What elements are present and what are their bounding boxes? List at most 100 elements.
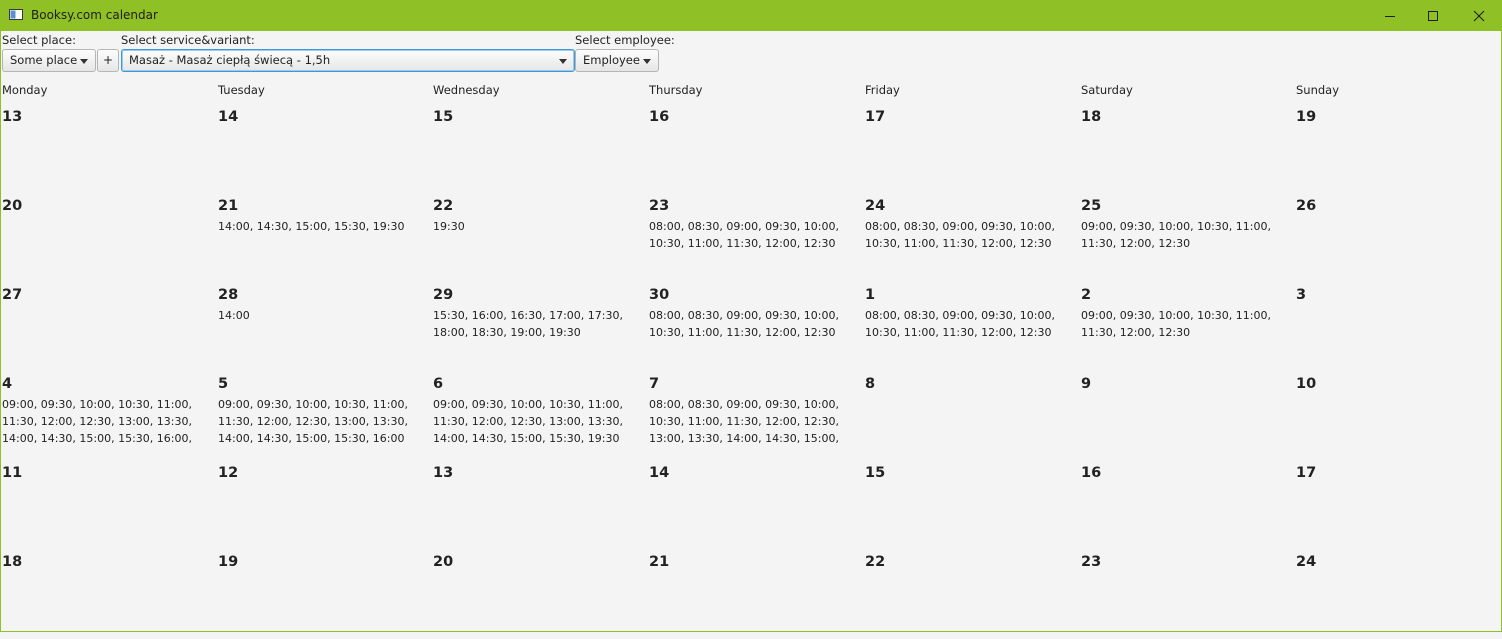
day-cell[interactable]: 19 <box>218 550 433 639</box>
day-number: 12 <box>218 465 239 481</box>
add-place-button[interactable]: + <box>97 49 119 72</box>
day-cell[interactable]: 28 14:00 <box>218 283 433 372</box>
weekday-header: Saturday <box>1081 83 1133 97</box>
chevron-down-icon <box>80 59 88 64</box>
available-slots: 19:30 <box>433 220 465 233</box>
employee-label: Select employee: <box>575 33 675 47</box>
day-cell[interactable]: 24 08:00, 08:30, 09:00, 09:30, 10:00, 10:… <box>865 194 1081 283</box>
day-cell[interactable]: 23 <box>1081 550 1296 639</box>
weekday-header: Wednesday <box>433 83 500 97</box>
day-number: 18 <box>2 554 23 570</box>
day-number: 1 <box>865 287 876 303</box>
day-cell[interactable]: 29 15:30, 16:00, 16:30, 17:00, 17:30, 18:… <box>433 283 649 372</box>
day-cell[interactable]: 23 08:00, 08:30, 09:00, 09:30, 10:00, 10:… <box>649 194 865 283</box>
day-cell[interactable]: 20 <box>2 194 218 283</box>
day-number: 30 <box>649 287 670 303</box>
available-slots: 09:00, 09:30, 10:00, 10:30, 11:00, 11:30… <box>1081 220 1271 250</box>
day-cell[interactable]: 17 <box>1296 461 1502 550</box>
app-window: Booksy.com calendar Select place: Some p… <box>0 0 1502 632</box>
day-number: 21 <box>218 198 239 214</box>
day-cell[interactable]: 25 09:00, 09:30, 10:00, 10:30, 11:00, 11:… <box>1081 194 1296 283</box>
title-bar[interactable]: Booksy.com calendar <box>1 0 1502 31</box>
day-number: 4 <box>2 376 13 392</box>
day-cell[interactable]: 7 08:00, 08:30, 09:00, 09:30, 10:00, 10:3… <box>649 372 865 461</box>
day-number: 23 <box>1081 554 1102 570</box>
day-number: 14 <box>218 109 239 125</box>
available-slots: 14:00, 14:30, 15:00, 15:30, 19:30 <box>218 220 405 233</box>
close-button[interactable] <box>1456 0 1502 31</box>
day-number: 14 <box>649 465 670 481</box>
chevron-down-icon <box>643 59 651 64</box>
available-slots: 08:00, 08:30, 09:00, 09:30, 10:00, 10:30… <box>649 220 839 250</box>
day-cell[interactable]: 19 <box>1296 105 1502 194</box>
day-number: 29 <box>433 287 454 303</box>
day-cell[interactable]: 24 <box>1296 550 1502 639</box>
day-cell[interactable]: 20 <box>433 550 649 639</box>
day-number: 24 <box>1296 554 1317 570</box>
day-number: 8 <box>865 376 876 392</box>
day-number: 24 <box>865 198 886 214</box>
window-title: Booksy.com calendar <box>31 8 158 22</box>
day-cell[interactable]: 9 <box>1081 372 1296 461</box>
day-number: 26 <box>1296 198 1317 214</box>
day-number: 20 <box>2 198 23 214</box>
day-cell[interactable]: 30 08:00, 08:30, 09:00, 09:30, 10:00, 10:… <box>649 283 865 372</box>
place-value: Some place <box>10 53 78 67</box>
day-number: 5 <box>218 376 229 392</box>
day-cell[interactable]: 14 <box>218 105 433 194</box>
day-cell[interactable]: 3 <box>1296 283 1502 372</box>
day-number: 19 <box>1296 109 1317 125</box>
day-number: 28 <box>218 287 239 303</box>
day-cell[interactable]: 15 <box>433 105 649 194</box>
day-cell[interactable]: 27 <box>2 283 218 372</box>
day-number: 6 <box>433 376 444 392</box>
day-number: 15 <box>433 109 454 125</box>
day-cell[interactable]: 22 19:30 <box>433 194 649 283</box>
minimize-icon <box>1385 15 1395 17</box>
employee-combo[interactable]: Employee <box>575 49 659 72</box>
day-cell[interactable]: 26 <box>1296 194 1502 283</box>
day-cell[interactable]: 17 <box>865 105 1081 194</box>
maximize-button[interactable] <box>1410 0 1456 31</box>
day-cell[interactable]: 22 <box>865 550 1081 639</box>
day-number: 7 <box>649 376 660 392</box>
day-cell[interactable]: 16 <box>1081 461 1296 550</box>
day-number: 13 <box>433 465 454 481</box>
day-cell[interactable]: 2 09:00, 09:30, 10:00, 10:30, 11:00, 11:3… <box>1081 283 1296 372</box>
day-number: 20 <box>433 554 454 570</box>
day-number: 10 <box>1296 376 1317 392</box>
day-number: 3 <box>1296 287 1307 303</box>
minimize-button[interactable] <box>1367 0 1413 31</box>
weekday-header: Monday <box>2 83 48 97</box>
available-slots: 08:00, 08:30, 09:00, 09:30, 10:00, 10:30… <box>865 309 1055 339</box>
day-cell[interactable]: 21 <box>649 550 865 639</box>
day-cell[interactable]: 15 <box>865 461 1081 550</box>
day-cell[interactable]: 6 09:00, 09:30, 10:00, 10:30, 11:00, 11:3… <box>433 372 649 461</box>
day-cell[interactable]: 13 <box>2 105 218 194</box>
day-cell[interactable]: 4 09:00, 09:30, 10:00, 10:30, 11:00, 11:3… <box>2 372 218 461</box>
calendar-grid: Monday Tuesday Wednesday Thursday Friday… <box>2 80 1502 630</box>
day-cell[interactable]: 11 <box>2 461 218 550</box>
chevron-down-icon <box>559 59 567 64</box>
day-cell[interactable]: 5 09:00, 09:30, 10:00, 10:30, 11:00, 11:3… <box>218 372 433 461</box>
available-slots: 09:00, 09:30, 10:00, 10:30, 11:00, 11:30… <box>2 398 192 445</box>
day-cell[interactable]: 8 <box>865 372 1081 461</box>
day-cell[interactable]: 21 14:00, 14:30, 15:00, 15:30, 19:30 <box>218 194 433 283</box>
place-combo[interactable]: Some place <box>2 49 96 72</box>
weekday-header: Friday <box>865 83 900 97</box>
day-cell[interactable]: 13 <box>433 461 649 550</box>
day-number: 17 <box>865 109 886 125</box>
day-number: 11 <box>2 465 23 481</box>
available-slots: 14:00 <box>218 309 250 322</box>
day-number: 21 <box>649 554 670 570</box>
day-cell[interactable]: 10 <box>1296 372 1502 461</box>
day-cell[interactable]: 16 <box>649 105 865 194</box>
day-cell[interactable]: 18 <box>1081 105 1296 194</box>
day-cell[interactable]: 1 08:00, 08:30, 09:00, 09:30, 10:00, 10:3… <box>865 283 1081 372</box>
day-number: 22 <box>865 554 886 570</box>
day-cell[interactable]: 18 <box>2 550 218 639</box>
service-combo[interactable]: Masaż - Masaż ciepłą świecą - 1,5h <box>121 49 575 72</box>
day-cell[interactable]: 14 <box>649 461 865 550</box>
day-cell[interactable]: 12 <box>218 461 433 550</box>
day-number: 9 <box>1081 376 1092 392</box>
